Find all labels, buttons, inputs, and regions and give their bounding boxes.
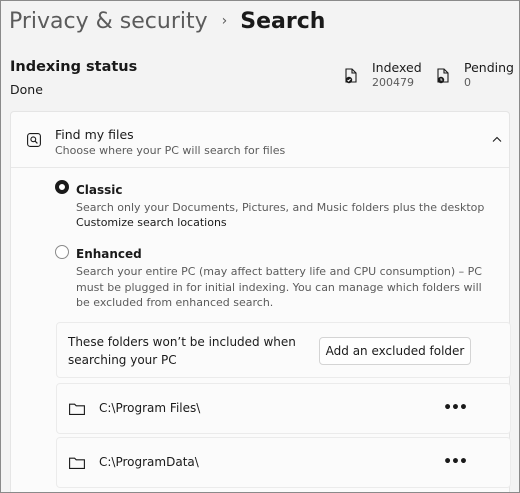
chevron-up-icon[interactable]: [492, 136, 502, 143]
more-options-icon[interactable]: •••: [442, 451, 468, 473]
more-options-icon[interactable]: •••: [442, 397, 468, 419]
classic-radio[interactable]: [55, 180, 69, 194]
add-excluded-folder-button[interactable]: Add an excluded folder: [319, 337, 471, 365]
excluded-folder-row[interactable]: C:\Program Files\ •••: [56, 383, 511, 434]
folder-path: C:\Program Files\: [99, 401, 201, 415]
folder-icon: [69, 457, 85, 469]
indexed-value: 200479: [372, 76, 414, 89]
folder-path: C:\ProgramData\: [99, 455, 199, 469]
excluded-folder-row[interactable]: C:\ProgramData\ •••: [56, 437, 511, 488]
find-my-files-header[interactable]: Find my files Choose where your PC will …: [11, 112, 509, 168]
search-magnifier-icon: [27, 133, 41, 147]
customize-search-locations-link[interactable]: Customize search locations: [76, 216, 227, 229]
find-my-files-card: Find my files Choose where your PC will …: [10, 111, 511, 493]
indexing-status-title: Indexing status: [10, 59, 138, 75]
indexed-stat: Indexed 200479: [344, 60, 422, 90]
classic-description: Search only your Documents, Pictures, an…: [76, 201, 485, 214]
document-clock-icon: [437, 68, 449, 84]
breadcrumb-parent[interactable]: Privacy & security: [9, 9, 208, 34]
breadcrumb-separator-icon: ›: [221, 13, 228, 29]
folder-icon: [69, 403, 85, 415]
excluded-folders-text: These folders won’t be included when sea…: [68, 335, 296, 367]
breadcrumb: Privacy & security › Search: [9, 4, 325, 38]
indexing-status-value: Done: [10, 82, 43, 97]
classic-label[interactable]: Classic: [76, 183, 123, 197]
pending-value: 0: [464, 76, 471, 89]
enhanced-label[interactable]: Enhanced: [76, 247, 142, 261]
enhanced-description: Search your entire PC (may affect batter…: [76, 265, 482, 309]
indexed-label: Indexed: [372, 60, 422, 75]
enhanced-radio[interactable]: [55, 245, 69, 259]
pending-label: Pending: [464, 60, 514, 75]
pending-stat: Pending 0: [436, 60, 514, 90]
find-my-files-subtitle: Choose where your PC will search for fil…: [55, 144, 286, 157]
page-title: Search: [240, 8, 326, 34]
document-check-icon: [345, 68, 357, 84]
find-my-files-title: Find my files: [55, 127, 134, 142]
excluded-folders-panel: These folders won’t be included when sea…: [56, 322, 511, 378]
